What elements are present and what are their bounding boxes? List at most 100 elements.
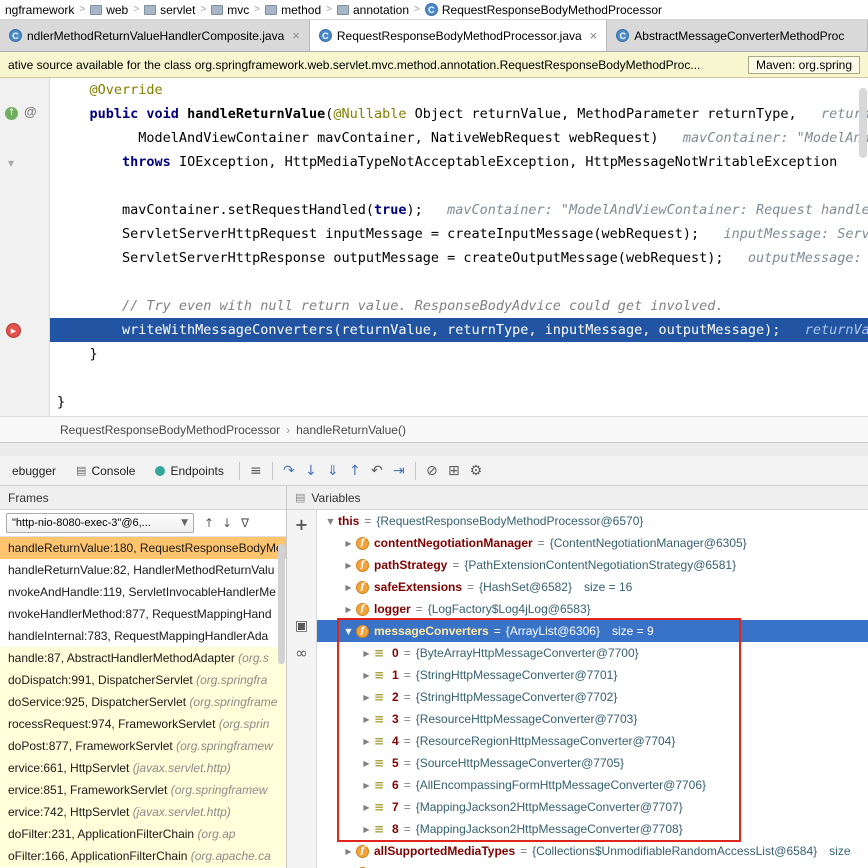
- stack-frame[interactable]: ervice:851, FrameworkServlet (org.spring…: [0, 779, 286, 801]
- stack-frame[interactable]: doFilter:231, ApplicationFilterChain (or…: [0, 823, 286, 845]
- expand-icon[interactable]: ▶: [359, 671, 374, 680]
- variable-row[interactable]: ▶fallSupportedMediaTypes={Collections$Un…: [317, 840, 868, 862]
- variable-row[interactable]: ▶flogger={LogFactory$Log4jLog@6583}: [317, 598, 868, 620]
- close-tab-icon[interactable]: ×: [292, 28, 300, 43]
- debug-tab-endpoints[interactable]: Endpoints: [145, 456, 233, 485]
- breadcrumb-item[interactable]: mvc: [208, 3, 252, 17]
- variable-row[interactable]: ▶≡0={ByteArrayHttpMessageConverter@7700}: [317, 642, 868, 664]
- variable-row[interactable]: ▶fcontentNegotiationManager={ContentNego…: [317, 532, 868, 554]
- code-line[interactable]: ModelAndViewContainer mavContainer, Nati…: [50, 126, 868, 150]
- breadcrumb-item[interactable]: servlet: [141, 3, 198, 17]
- expand-icon[interactable]: ▶: [341, 605, 356, 614]
- variable-row[interactable]: ▶≡2={StringHttpMessageConverter@7702}: [317, 686, 868, 708]
- debug-tab-ebugger[interactable]: ebugger: [2, 456, 66, 485]
- code-line[interactable]: [50, 366, 868, 390]
- run-to-cursor-icon[interactable]: ⇥: [388, 463, 410, 479]
- stack-frame[interactable]: nvokeHandlerMethod:877, RequestMappingHa…: [0, 603, 286, 625]
- stack-frame[interactable]: ervice:742, HttpServlet (javax.servlet.h…: [0, 801, 286, 823]
- variable-row[interactable]: ▶≡3={ResourceHttpMessageConverter@7703}: [317, 708, 868, 730]
- step-into-icon[interactable]: ↓: [300, 463, 322, 479]
- code-area[interactable]: @Override public void handleReturnValue(…: [50, 78, 868, 416]
- layout-grid-icon[interactable]: ⊞: [443, 463, 465, 479]
- code-line[interactable]: ServletServerHttpRequest inputMessage = …: [50, 222, 868, 246]
- expand-icon[interactable]: ▶: [359, 693, 374, 702]
- stack-frame[interactable]: ervice:661, HttpServlet (javax.servlet.h…: [0, 757, 286, 779]
- stack-frame[interactable]: oFilter:166, ApplicationFilterChain (org…: [0, 845, 286, 867]
- variable-row[interactable]: ▶≡5={SourceHttpMessageConverter@7705}: [317, 752, 868, 774]
- code-line[interactable]: writeWithMessageConverters(returnValue, …: [50, 318, 868, 342]
- breadcrumb-item[interactable]: annotation: [334, 3, 412, 17]
- variable-row[interactable]: ▶fadvice={RequestResponseBodyAdviceChain…: [317, 862, 868, 868]
- code-line[interactable]: @Override: [50, 78, 868, 102]
- panel-splitter[interactable]: [0, 442, 868, 456]
- code-line[interactable]: public void handleReturnValue(@Nullable …: [50, 102, 868, 126]
- expand-icon[interactable]: ▶: [341, 583, 356, 592]
- variable-row[interactable]: ▼this={RequestResponseBodyMethodProcesso…: [317, 510, 868, 532]
- breakpoint-icon[interactable]: ▶: [6, 323, 21, 338]
- stack-frame[interactable]: doService:925, DispatcherServlet (org.sp…: [0, 691, 286, 713]
- mute-breakpoints-icon[interactable]: ⊘: [421, 463, 443, 479]
- stack-frame[interactable]: handle:87, AbstractHandlerMethodAdapter …: [0, 647, 286, 669]
- code-line[interactable]: ServletServerHttpResponse outputMessage …: [50, 246, 868, 270]
- expand-icon[interactable]: ▶: [341, 847, 356, 856]
- close-tab-icon[interactable]: ×: [590, 28, 598, 43]
- expand-icon[interactable]: ▶: [359, 715, 374, 724]
- variable-row[interactable]: ▶≡7={MappingJackson2HttpMessageConverter…: [317, 796, 868, 818]
- show-return-values-icon[interactable]: ∞: [291, 644, 313, 662]
- code-line[interactable]: }: [50, 342, 868, 366]
- debug-tab-console[interactable]: ▤Console: [66, 456, 145, 485]
- variable-row[interactable]: ▶fsafeExtensions={HashSet@6582}size = 16: [317, 576, 868, 598]
- editor-tab[interactable]: CRequestResponseBodyMethodProcessor.java…: [310, 20, 607, 51]
- stack-frame[interactable]: rocessRequest:974, FrameworkServlet (org…: [0, 713, 286, 735]
- settings-icon[interactable]: ⚙: [465, 463, 487, 479]
- expand-icon[interactable]: ▶: [359, 737, 374, 746]
- expand-icon[interactable]: ▶: [359, 781, 374, 790]
- drop-frame-icon[interactable]: ↶: [366, 463, 388, 479]
- stack-frame[interactable]: handleReturnValue:180, RequestResponseBo…: [0, 537, 286, 559]
- variable-row[interactable]: ▶≡8={MappingJackson2HttpMessageConverter…: [317, 818, 868, 840]
- breadcrumb-item[interactable]: ngframework: [2, 3, 77, 17]
- expand-icon[interactable]: ▶: [359, 649, 374, 658]
- stack-frame[interactable]: handleInternal:783, RequestMappingHandle…: [0, 625, 286, 647]
- stack-frame[interactable]: nvokeAndHandle:119, ServletInvocableHand…: [0, 581, 286, 603]
- variable-row[interactable]: ▼fmessageConverters={ArrayList@6306}size…: [317, 620, 868, 642]
- stack-frame[interactable]: handleReturnValue:82, HandlerMethodRetur…: [0, 559, 286, 581]
- next-frame-icon[interactable]: ↓: [218, 516, 236, 530]
- prev-frame-icon[interactable]: ↑: [200, 516, 218, 530]
- variable-row[interactable]: ▶≡1={StringHttpMessageConverter@7701}: [317, 664, 868, 686]
- expand-icon[interactable]: ▶: [341, 561, 356, 570]
- frames-scrollbar[interactable]: [278, 544, 285, 664]
- expand-icon[interactable]: ▶: [359, 825, 374, 834]
- override-marker-icon[interactable]: ↑: [5, 107, 18, 120]
- add-watch-icon[interactable]: +: [291, 515, 313, 534]
- layout-menu-icon[interactable]: ≡: [245, 463, 267, 479]
- fold-arrow-icon[interactable]: ▾: [8, 156, 14, 170]
- editor-tab[interactable]: CAbstractMessageConverterMethodProc: [607, 20, 868, 51]
- collapse-icon[interactable]: ▼: [323, 517, 338, 526]
- step-over-icon[interactable]: ↷: [278, 463, 300, 479]
- expand-icon[interactable]: ▶: [341, 539, 356, 548]
- breadcrumb-item[interactable]: handleReturnValue(): [296, 423, 406, 437]
- code-editor[interactable]: ↑ @ ▾ ▶ @Override public void handleRetu…: [0, 78, 868, 416]
- variable-row[interactable]: ▶≡6={AllEncompassingFormHttpMessageConve…: [317, 774, 868, 796]
- editor-tab[interactable]: CndlerMethodReturnValueHandlerComposite.…: [0, 20, 310, 51]
- maven-source-selector[interactable]: Maven: org.spring: [748, 56, 860, 74]
- hide-library-frames-icon[interactable]: ∇: [236, 516, 254, 530]
- breadcrumb-item[interactable]: method: [262, 3, 324, 17]
- expand-icon[interactable]: ▶: [359, 759, 374, 768]
- code-line[interactable]: }: [50, 390, 868, 414]
- force-step-into-icon[interactable]: ⇓: [322, 463, 344, 479]
- step-out-icon[interactable]: ↑: [344, 463, 366, 479]
- code-line[interactable]: [50, 270, 868, 294]
- collapse-icon[interactable]: ▼: [341, 627, 356, 636]
- stack-frame[interactable]: doPost:877, FrameworkServlet (org.spring…: [0, 735, 286, 757]
- copy-value-icon[interactable]: ▣: [291, 618, 313, 634]
- breadcrumb-item[interactable]: web: [87, 3, 131, 17]
- editor-scrollbar[interactable]: [859, 88, 867, 158]
- breadcrumb-item[interactable]: CRequestResponseBodyMethodProcessor: [422, 3, 665, 17]
- expand-icon[interactable]: ▶: [359, 803, 374, 812]
- variable-row[interactable]: ▶≡4={ResourceRegionHttpMessageConverter@…: [317, 730, 868, 752]
- variable-row[interactable]: ▶fpathStrategy={PathExtensionContentNego…: [317, 554, 868, 576]
- thread-selector[interactable]: "http-nio-8080-exec-3"@6,... ▼: [6, 513, 194, 533]
- breadcrumb-item[interactable]: RequestResponseBodyMethodProcessor: [60, 423, 280, 437]
